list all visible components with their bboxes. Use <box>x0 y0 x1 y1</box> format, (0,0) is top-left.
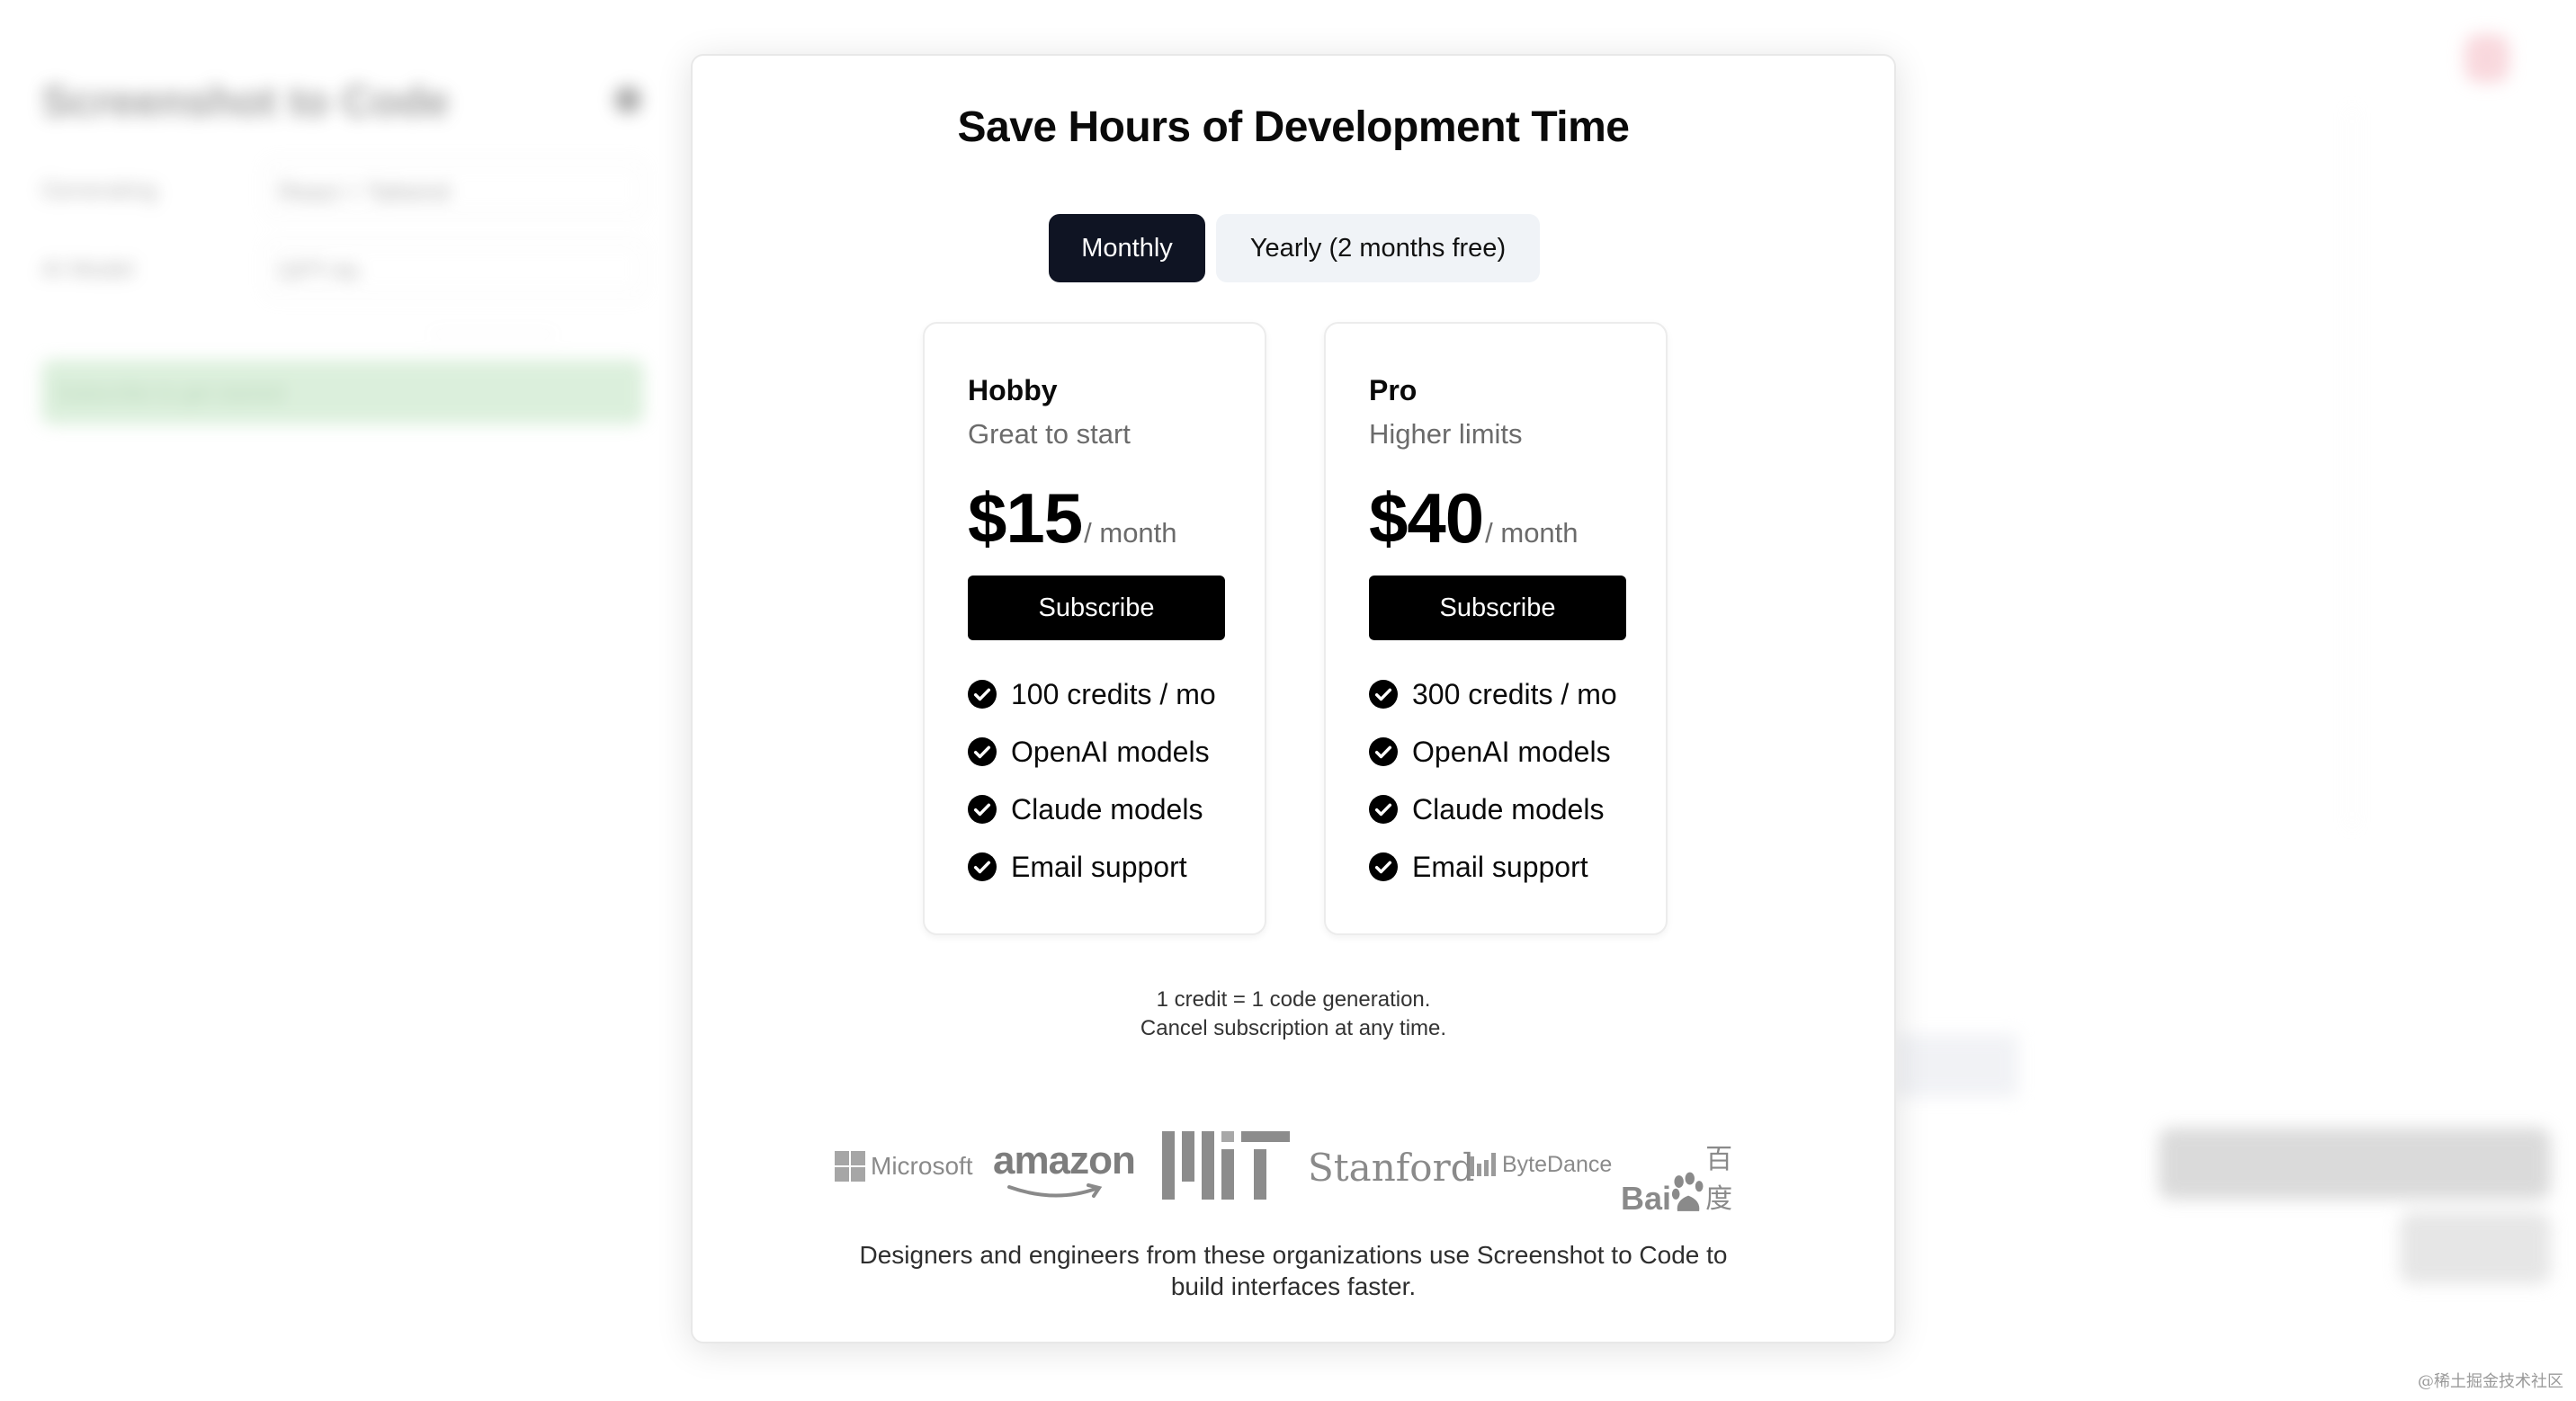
plan-price: $40 <box>1369 478 1484 558</box>
plan-tagline: Great to start <box>968 418 1131 450</box>
plan-card-pro: Pro Higher limits $40 / month Subscribe … <box>1324 322 1668 935</box>
feature-item: 100 credits / mo <box>968 665 1221 723</box>
feature-item: OpenAI models <box>968 723 1221 781</box>
subscribe-hobby-button[interactable]: Subscribe <box>968 576 1225 640</box>
price-row: $40 / month <box>1369 477 1623 559</box>
microsoft-squares-icon <box>835 1151 865 1182</box>
feature-label: OpenAI models <box>1412 735 1611 768</box>
check-circle-icon <box>1369 795 1398 824</box>
feature-label: Claude models <box>1011 792 1203 825</box>
plan-period: / month <box>1084 517 1177 549</box>
bytedance-wordmark: ByteDance <box>1502 1151 1613 1177</box>
pricing-modal: Save Hours of Development Time Monthly Y… <box>691 54 1896 1343</box>
feature-item: Claude models <box>1369 781 1623 838</box>
feature-item: Email support <box>1369 838 1623 896</box>
check-circle-icon <box>968 680 997 709</box>
monthly-toggle-button[interactable]: Monthly <box>1049 214 1205 282</box>
microsoft-logo: Microsoft <box>835 1151 973 1182</box>
stack-label: Generating <box>41 176 157 203</box>
amazon-wordmark: amazon <box>993 1138 1136 1182</box>
billing-toggle: Monthly Yearly (2 months free) <box>1049 214 1540 282</box>
baidu-paw-icon <box>1671 1172 1704 1211</box>
watermark: @稀土掘金技术社区 <box>2418 1372 2563 1391</box>
feature-label: 100 credits / mo <box>1011 677 1216 710</box>
feature-list: 100 credits / mo OpenAI models Claude mo… <box>968 665 1221 896</box>
check-circle-icon <box>1369 737 1398 766</box>
background-panel <box>1896 1034 2018 1097</box>
check-circle-icon <box>968 737 997 766</box>
feature-label: OpenAI models <box>1011 735 1210 768</box>
feature-item: 300 credits / mo <box>1369 665 1623 723</box>
plan-price: $15 <box>968 478 1083 558</box>
check-circle-icon <box>1369 852 1398 881</box>
check-circle-icon <box>968 852 997 881</box>
check-circle-icon <box>1369 680 1398 709</box>
mit-logo <box>1162 1131 1290 1200</box>
plan-card-hobby: Hobby Great to start $15 / month Subscri… <box>923 322 1266 935</box>
customer-logos: Microsoft amazon Stanford ByteDance Bai … <box>835 1131 1752 1217</box>
plan-period: / month <box>1485 517 1579 549</box>
app-title: Screenshot to Code <box>41 78 450 126</box>
feature-item: Claude models <box>968 781 1221 838</box>
feature-label: 300 credits / mo <box>1412 677 1617 710</box>
bytedance-logo: ByteDance <box>1470 1151 1612 1178</box>
social-proof-line1: Designers and engineers from these organ… <box>859 1241 1728 1269</box>
gear-icon[interactable] <box>614 86 641 113</box>
yearly-toggle-button[interactable]: Yearly (2 months free) <box>1216 214 1540 282</box>
feature-label: Email support <box>1412 850 1588 883</box>
feature-list: 300 credits / mo OpenAI models Claude mo… <box>1369 665 1623 896</box>
baidu-cjk-wordmark: 百度 <box>1705 1145 1733 1214</box>
model-select[interactable]: GPT-4o <box>266 241 644 297</box>
feature-label: Email support <box>1011 850 1187 883</box>
amazon-smile-icon <box>1007 1183 1103 1198</box>
check-circle-icon <box>968 795 997 824</box>
model-label: AI Model <box>41 255 134 282</box>
baidu-wordmark: Bai <box>1621 1180 1672 1217</box>
microsoft-wordmark: Microsoft <box>871 1152 973 1180</box>
settings-link[interactable]: ····················· <box>430 324 556 344</box>
background-divider <box>2351 108 2353 827</box>
cancel-note: Cancel subscription at any time. <box>1140 1016 1447 1040</box>
social-proof-line2: build interfaces faster. <box>1170 1272 1417 1300</box>
price-row: $15 / month <box>968 477 1221 559</box>
stack-select[interactable]: React + Tailwind <box>266 162 644 218</box>
subscribe-pro-button[interactable]: Subscribe <box>1369 576 1626 640</box>
plan-tagline: Higher limits <box>1369 418 1523 450</box>
feature-item: OpenAI models <box>1369 723 1623 781</box>
baidu-logo: Bai 百度 <box>1621 1137 1752 1218</box>
background-secondary-button[interactable] <box>2400 1212 2551 1284</box>
stanford-logo: Stanford <box>1308 1146 1475 1190</box>
avatar[interactable] <box>2464 34 2509 83</box>
feature-label: Claude models <box>1412 792 1605 825</box>
plan-name: Pro <box>1369 374 1418 406</box>
bytedance-bars-icon <box>1470 1153 1496 1176</box>
plan-name: Hobby <box>968 374 1058 406</box>
background-cta-button[interactable]: Subscribe to get started <box>41 360 644 424</box>
feature-item: Email support <box>968 838 1221 896</box>
amazon-logo: amazon <box>993 1138 1136 1198</box>
credit-note: 1 credit = 1 code generation. <box>1156 987 1431 1012</box>
modal-title: Save Hours of Development Time <box>957 103 1631 151</box>
background-primary-button[interactable] <box>2159 1128 2551 1200</box>
